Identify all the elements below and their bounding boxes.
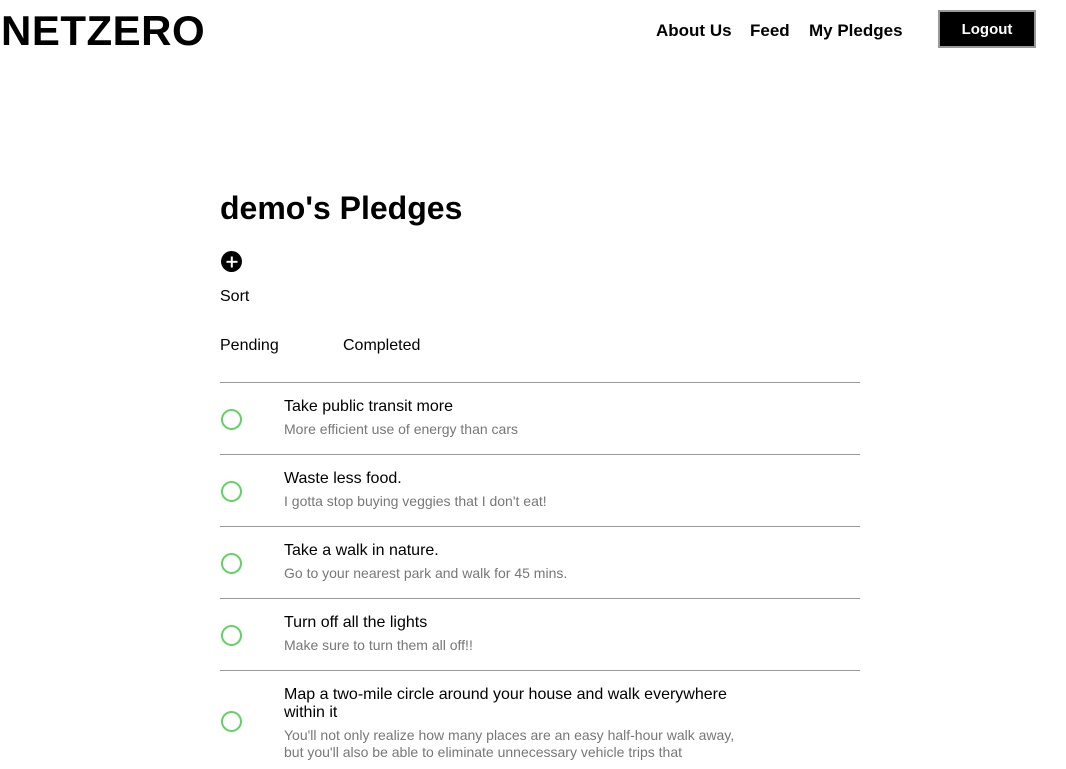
- complete-checkbox-icon[interactable]: [221, 711, 242, 732]
- pledge-description: You'll not only realize how many places …: [284, 727, 735, 760]
- nav-feed[interactable]: Feed: [750, 21, 790, 41]
- tab-completed[interactable]: Completed: [343, 337, 420, 355]
- complete-checkbox-icon[interactable]: [221, 624, 242, 646]
- complete-checkbox-icon[interactable]: [221, 480, 242, 502]
- sort-button[interactable]: Sort: [220, 288, 249, 306]
- pledge-description: Make sure to turn them all off!!: [284, 637, 473, 653]
- pledge-title: Waste less food.: [284, 470, 402, 487]
- pledge-item: Take public transit more More efficient …: [220, 383, 860, 455]
- page: NETZERO About Us Feed My Pledges Logout …: [0, 0, 1066, 769]
- pledges-section: demo's Pledges Sort Pending Completed Ta…: [220, 188, 860, 760]
- pledge-list: Take public transit more More efficient …: [220, 382, 860, 769]
- tab-pending[interactable]: Pending: [220, 337, 279, 355]
- pledge-description: More efficient use of energy than cars: [284, 421, 518, 437]
- pledge-item: Take a walk in nature. Go to your neares…: [220, 527, 860, 599]
- pledge-description: Go to your nearest park and walk for 45 …: [284, 565, 568, 581]
- pledge-item: Map a two-mile circle around your house …: [220, 671, 860, 769]
- site-logo[interactable]: NETZERO: [1, 8, 205, 54]
- page-title: demo's Pledges: [220, 190, 463, 226]
- complete-checkbox-icon[interactable]: [221, 408, 242, 430]
- nav-about-us[interactable]: About Us: [656, 21, 732, 41]
- nav-my-pledges[interactable]: My Pledges: [809, 21, 903, 41]
- plus-circle-icon[interactable]: [221, 251, 242, 272]
- pledge-title: Map a two-mile circle around your house …: [284, 686, 727, 721]
- pledge-title: Turn off all the lights: [284, 614, 428, 631]
- complete-checkbox-icon[interactable]: [221, 552, 242, 574]
- pledge-description: I gotta stop buying veggies that I don't…: [284, 493, 547, 509]
- pledge-item: Turn off all the lights Make sure to tur…: [220, 599, 860, 671]
- pledge-title: Take a walk in nature.: [284, 542, 439, 559]
- pledge-title: Take public transit more: [284, 398, 453, 415]
- pledge-item: Waste less food. I gotta stop buying veg…: [220, 455, 860, 527]
- logout-button[interactable]: Logout: [938, 10, 1036, 48]
